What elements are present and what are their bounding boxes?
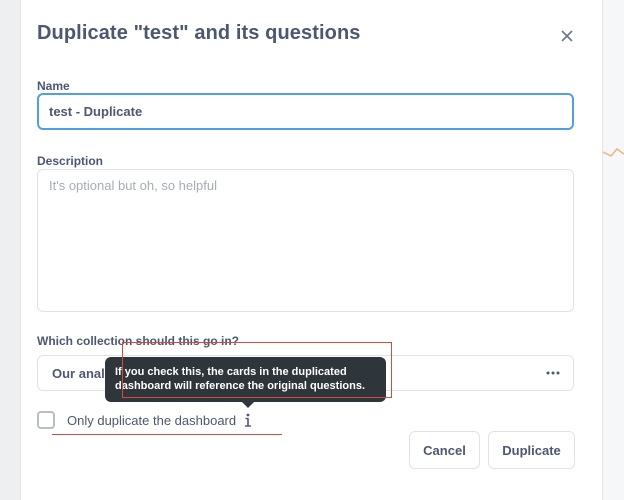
description-input[interactable] (37, 169, 574, 312)
duplicate-button[interactable]: Duplicate (488, 431, 575, 469)
info-icon[interactable] (241, 411, 255, 429)
annotation-underline (52, 434, 282, 435)
tooltip-arrow (242, 402, 254, 408)
name-input[interactable] (37, 93, 574, 130)
only-dashboard-checkbox[interactable] (37, 411, 55, 429)
close-button[interactable] (557, 26, 577, 46)
name-label: Name (37, 79, 70, 93)
cancel-button[interactable]: Cancel (409, 431, 480, 469)
only-dashboard-checkbox-label[interactable]: Only duplicate the dashboard (67, 413, 236, 428)
backdrop-chart-line (603, 147, 624, 157)
modal-title: Duplicate "test" and its questions (37, 22, 361, 44)
tooltip-text: If you check this, the cards in the dupl… (115, 366, 365, 392)
backdrop-right (603, 0, 624, 500)
more-dots-icon[interactable] (545, 365, 561, 381)
description-label: Description (37, 154, 104, 168)
backdrop-left (0, 0, 20, 500)
close-icon (561, 30, 573, 42)
info-tooltip: If you check this, the cards in the dupl… (105, 357, 386, 408)
collection-label: Which collection should this go in? (37, 334, 239, 348)
duplicate-dashboard-modal: Duplicate "test" and its questions Name … (20, 0, 603, 500)
